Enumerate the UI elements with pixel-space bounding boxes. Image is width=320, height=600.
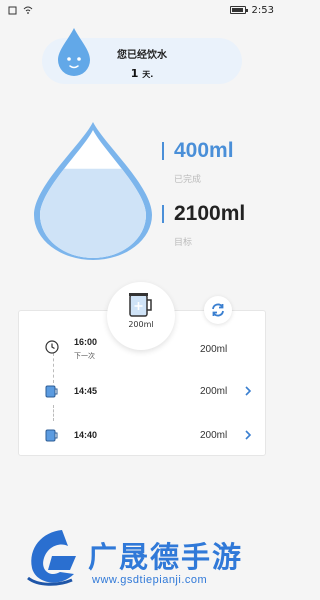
add-cup-icon xyxy=(129,293,152,317)
goal-value: 2100ml xyxy=(162,203,245,224)
cup-size-button[interactable]: 200ml xyxy=(107,282,175,350)
status-bar: 2:53 xyxy=(0,0,284,20)
goal-stat: 2100ml 目标 xyxy=(162,203,245,248)
wifi-icon xyxy=(23,6,33,14)
watermark-url: www.gsdtiepianji.com xyxy=(92,574,208,586)
notification-icon xyxy=(8,6,17,14)
chevron-right-icon[interactable] xyxy=(244,430,252,440)
log-amount: 200ml xyxy=(200,344,228,355)
battery-icon xyxy=(229,6,248,14)
log-next-label: 下一次 xyxy=(74,352,95,360)
watermark-title: 广晟德手游 xyxy=(88,540,244,574)
done-label: 已完成 xyxy=(174,175,202,185)
watermark: 广晟德手游 www.gsdtiepianji.com xyxy=(0,522,284,600)
log-amount: 200ml xyxy=(200,430,228,441)
streak-unit: 天. xyxy=(142,70,154,79)
done-value: 400ml xyxy=(162,140,234,161)
refresh-icon xyxy=(212,303,224,317)
cup-icon xyxy=(45,385,58,398)
water-progress-drop xyxy=(34,122,152,260)
streak-title: 您已经饮水 xyxy=(117,50,167,61)
streak-card: 您已经饮水 1 天. xyxy=(42,28,242,84)
log-time: 14:45 xyxy=(74,386,98,396)
clock-icon xyxy=(45,340,59,354)
log-row[interactable]: 14:40 200ml xyxy=(19,427,267,457)
log-time: 14:40 xyxy=(74,430,98,440)
streak-days-line: 1 天. xyxy=(42,67,242,80)
log-time: 16:00 xyxy=(74,337,98,347)
refresh-button[interactable] xyxy=(204,296,232,324)
log-amount: 200ml xyxy=(200,386,228,397)
site-logo-icon xyxy=(27,530,76,586)
log-row[interactable]: 14:45 200ml xyxy=(19,383,267,413)
cup-amount: 200ml xyxy=(128,320,154,329)
chevron-right-icon[interactable] xyxy=(244,386,252,396)
status-time: 2:53 xyxy=(251,4,274,16)
streak-days: 1 xyxy=(130,67,139,80)
cup-icon xyxy=(45,429,58,442)
done-stat: 400ml 已完成 xyxy=(162,140,234,185)
goal-label: 目标 xyxy=(174,238,193,248)
